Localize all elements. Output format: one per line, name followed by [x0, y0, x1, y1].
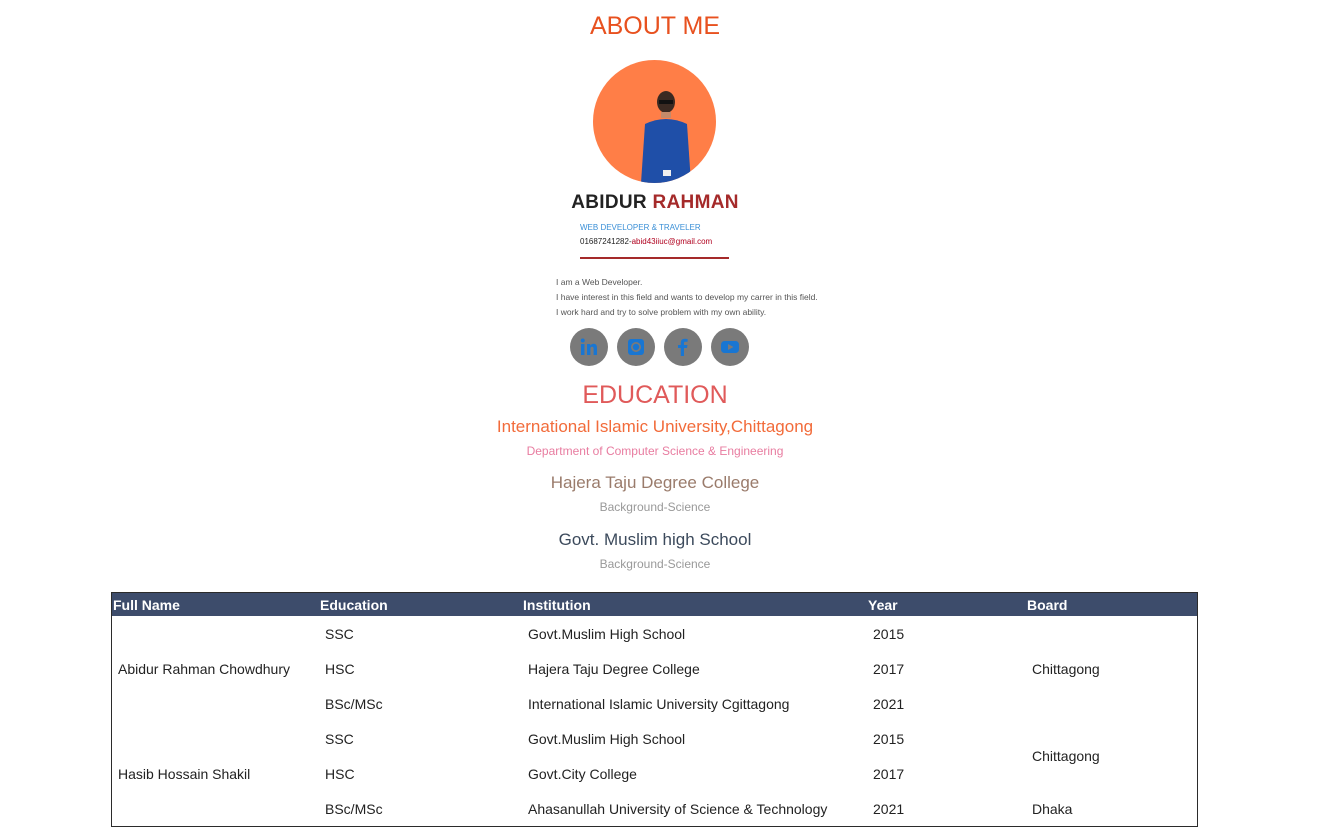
header-education: Education — [320, 597, 388, 613]
table-cell-institution: Govt.Muslim High School — [528, 626, 686, 642]
table-cell-board: Chittagong — [1032, 661, 1100, 677]
table-cell-board: Dhaka — [1032, 801, 1073, 817]
last-name: RAHMAN — [652, 192, 739, 213]
table-cell-institution: Ahasanullah University of Science & Tech… — [528, 801, 828, 817]
education-institution: Govt. Muslim high School — [558, 530, 752, 549]
contact-info: 01687241282-abid43iiuc@gmail.com — [580, 237, 712, 246]
profile-role: WEB DEVELOPER & TRAVELER — [580, 223, 701, 232]
header-full-name: Full Name — [113, 597, 180, 613]
email-link[interactable]: abid43iiuc@gmail.com — [632, 237, 713, 246]
header-year: Year — [868, 597, 898, 613]
linkedin-button[interactable] — [570, 328, 608, 366]
table-cell-institution: Hajera Taju Degree College — [528, 661, 700, 677]
table-cell-institution: International Islamic University Cgittag… — [528, 696, 790, 712]
linkedin-icon — [580, 338, 597, 355]
education-table: Full Name Education Institution Year Boa… — [111, 592, 1198, 827]
table-cell-year: 2015 — [873, 626, 905, 642]
first-name: ABIDUR — [571, 192, 647, 213]
table-cell-education: HSC — [325, 766, 355, 782]
table-cell-education: SSC — [325, 731, 354, 747]
table-cell-name: Hasib Hossain Shakil — [118, 766, 251, 782]
bio-line: I work hard and try to solve problem wit… — [556, 307, 767, 317]
table-cell-education: SSC — [325, 626, 354, 642]
table-cell-education: BSc/MSc — [325, 801, 383, 817]
about-title: ABOUT ME — [589, 12, 721, 40]
phone-number: 01687241282- — [580, 237, 632, 246]
table-cell-year: 2015 — [873, 731, 905, 747]
table-cell-education: BSc/MSc — [325, 696, 383, 712]
table-cell-year: 2021 — [873, 801, 905, 817]
table-cell-year: 2021 — [873, 696, 905, 712]
education-detail: Background-Science — [599, 500, 711, 514]
table-cell-board: Chittagong — [1032, 748, 1100, 764]
bio: I am a Web Developer. I have interest in… — [556, 275, 818, 320]
table-cell-name: Abidur Rahman Chowdhury — [118, 661, 290, 677]
divider — [580, 257, 729, 259]
person-photo-icon — [641, 91, 691, 183]
facebook-icon — [678, 338, 688, 356]
youtube-icon — [721, 341, 739, 353]
github-button[interactable] — [617, 328, 655, 366]
github-icon — [628, 339, 644, 355]
education-institution: Hajera Taju Degree College — [550, 473, 760, 492]
table-header: Full Name Education Institution Year Boa… — [112, 593, 1197, 616]
header-board: Board — [1027, 597, 1068, 613]
facebook-button[interactable] — [664, 328, 702, 366]
education-detail: Department of Computer Science & Enginee… — [526, 444, 784, 458]
bio-line: I am a Web Developer. — [556, 277, 643, 287]
education-title: EDUCATION — [582, 381, 728, 409]
avatar — [593, 60, 716, 183]
header-institution: Institution — [523, 597, 591, 613]
table-cell-education: HSC — [325, 661, 355, 677]
table-cell-institution: Govt.Muslim High School — [528, 731, 686, 747]
bio-line: I have interest in this field and wants … — [556, 292, 818, 302]
youtube-button[interactable] — [711, 328, 749, 366]
table-cell-institution: Govt.City College — [528, 766, 637, 782]
table-cell-year: 2017 — [873, 661, 905, 677]
profile-name: ABIDUR RAHMAN — [0, 192, 1310, 214]
education-institution: International Islamic University,Chittag… — [496, 417, 814, 436]
education-detail: Background-Science — [599, 557, 711, 571]
table-cell-year: 2017 — [873, 766, 905, 782]
